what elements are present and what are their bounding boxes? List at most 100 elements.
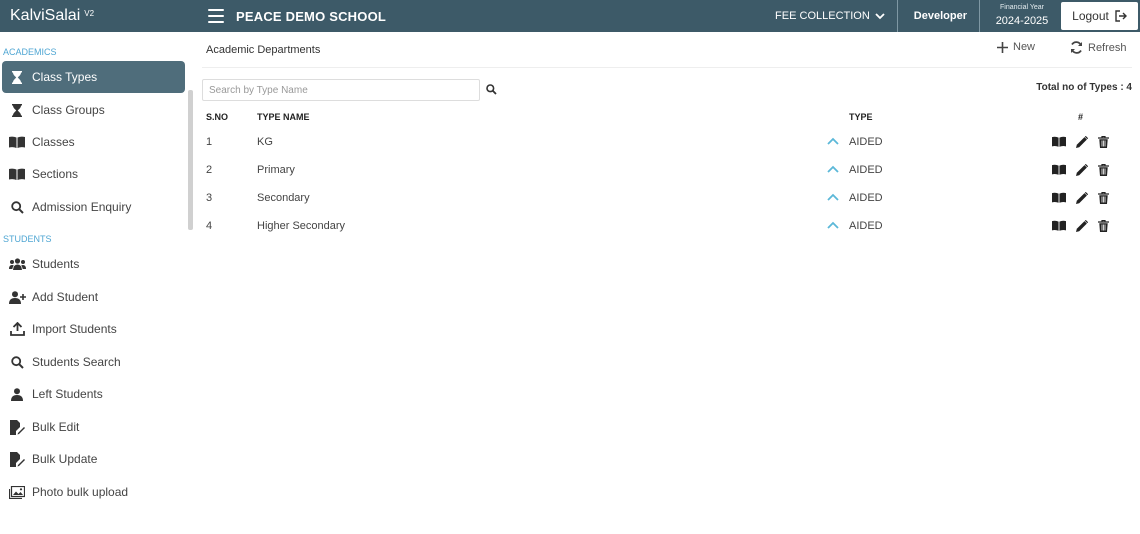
sidebar-item-sections[interactable]: Sections [2, 158, 185, 190]
app-name: KalviSalai [10, 7, 81, 24]
logout-icon [1115, 10, 1127, 22]
edit-icon[interactable] [1076, 220, 1088, 232]
cell-sno: 2 [206, 164, 213, 176]
trash-icon[interactable] [1098, 192, 1109, 204]
new-button[interactable]: New [997, 41, 1035, 53]
cell-actions [1029, 156, 1132, 184]
sidebar-item-bulk-update[interactable]: Bulk Update [2, 443, 185, 475]
section-title-academics: ACADEMICS [3, 47, 57, 57]
cell-sno: 3 [206, 192, 213, 204]
book-icon[interactable] [1052, 164, 1066, 176]
cell-type-name: KG [257, 136, 273, 148]
sidebar-item-students[interactable]: Students [2, 248, 185, 280]
edit-icon[interactable] [1076, 136, 1088, 148]
brand[interactable]: KalviSalai V2 [0, 7, 190, 25]
sidebar-item-label: Left Students [32, 387, 103, 401]
logout-button[interactable]: Logout [1061, 2, 1138, 30]
trash-icon[interactable] [1098, 136, 1109, 148]
upload-icon [8, 321, 26, 337]
table-row[interactable]: 2 Primary AIDED [202, 156, 1132, 184]
cell-type: AIDED [849, 164, 883, 176]
fee-collection-menu[interactable]: FEE COLLECTION [775, 0, 898, 32]
users-icon [8, 256, 26, 272]
book-icon[interactable] [1052, 136, 1066, 148]
column-header-type-name: TYPE NAME [257, 112, 310, 122]
sidebar-item-label: Class Types [32, 70, 98, 84]
user-name[interactable]: Developer [898, 0, 980, 32]
column-header-type: TYPE [849, 112, 873, 122]
file-edit-icon [8, 451, 26, 467]
main-content: Academic Departments New Refresh Total n… [196, 32, 1140, 534]
edit-icon[interactable] [1076, 192, 1088, 204]
refresh-label: Refresh [1088, 41, 1127, 54]
refresh-button[interactable]: Refresh [1070, 41, 1127, 54]
sidebar: ACADEMICS Class Types Class Groups Class… [0, 32, 196, 534]
table-header-row: S.NO TYPE NAME TYPE # [202, 106, 1132, 128]
sidebar-item-label: Add Student [32, 290, 99, 304]
cell-sno: 1 [206, 136, 213, 148]
financial-year-label: Financial Year [1000, 4, 1044, 11]
search-icon [8, 354, 26, 370]
sidebar-item-label: Bulk Update [32, 452, 98, 466]
sidebar-item-class-groups[interactable]: Class Groups [2, 94, 185, 126]
types-table: S.NO TYPE NAME TYPE # 1 KG AIDED 2 Primary AI… [202, 106, 1132, 240]
sidebar-item-import-students[interactable]: Import Students [2, 313, 185, 345]
chevron-up-icon[interactable] [827, 137, 839, 145]
sidebar-item-add-student[interactable]: Add Student [2, 281, 185, 313]
book-icon[interactable] [1052, 192, 1066, 204]
logout-label: Logout [1072, 9, 1109, 23]
table-row[interactable]: 1 KG AIDED [202, 128, 1132, 156]
trash-icon[interactable] [1098, 164, 1109, 176]
total-count: Total no of Types : 4 [1036, 82, 1132, 93]
sidebar-item-classes[interactable]: Classes [2, 126, 185, 158]
hourglass-icon [8, 102, 26, 118]
cell-type: AIDED [849, 136, 883, 148]
column-header-actions: # [1077, 112, 1083, 122]
search-icon[interactable] [486, 84, 497, 98]
search-input[interactable] [202, 79, 480, 101]
financial-year[interactable]: Financial Year 2024-2025 [990, 0, 1054, 32]
sidebar-scrollbar[interactable] [188, 90, 193, 230]
cell-type: AIDED [849, 220, 883, 232]
sidebar-item-class-types[interactable]: Class Types [2, 61, 185, 93]
cell-actions [1029, 184, 1132, 212]
refresh-icon [1071, 41, 1082, 54]
cell-type-name: Secondary [257, 192, 310, 204]
edit-icon[interactable] [1076, 164, 1088, 176]
cell-sno: 4 [206, 220, 213, 232]
book-icon [8, 166, 26, 182]
sidebar-item-admission-enquiry[interactable]: Admission Enquiry [2, 191, 185, 223]
school-name: PEACE DEMO SCHOOL [236, 8, 387, 24]
sidebar-item-bulk-edit[interactable]: Bulk Edit [2, 411, 185, 443]
sidebar-item-label: Admission Enquiry [32, 200, 132, 214]
cell-type: AIDED [849, 192, 883, 204]
file-edit-icon [8, 419, 26, 435]
cell-type-name: Primary [257, 164, 295, 176]
sidebar-item-label: Students Search [32, 355, 121, 369]
sidebar-item-left-students[interactable]: Left Students [2, 378, 185, 410]
chevron-up-icon[interactable] [827, 221, 839, 229]
sidebar-item-label: Bulk Edit [32, 420, 80, 434]
sidebar-item-label: Students [32, 257, 80, 271]
book-icon [8, 134, 26, 150]
image-icon [8, 484, 26, 500]
table-row[interactable]: 3 Secondary AIDED [202, 184, 1132, 212]
divider [202, 67, 1132, 68]
sidebar-item-label: Classes [32, 135, 75, 149]
book-icon[interactable] [1052, 220, 1066, 232]
top-bar: KalviSalai V2 PEACE DEMO SCHOOL FEE COLL… [0, 0, 1140, 32]
sidebar-item-students-search[interactable]: Students Search [2, 346, 185, 378]
trash-icon[interactable] [1098, 220, 1109, 232]
section-title-students: STUDENTS [3, 234, 52, 244]
column-header-sno: S.NO [206, 112, 229, 122]
table-row[interactable]: 4 Higher Secondary AIDED [202, 212, 1132, 240]
sidebar-item-photo-bulk-upload[interactable]: Photo bulk upload [2, 476, 185, 508]
user-plus-icon [8, 289, 26, 305]
hourglass-icon [8, 69, 26, 85]
chevron-up-icon[interactable] [827, 165, 839, 173]
chevron-down-icon [875, 12, 885, 19]
page-title: Academic Departments [206, 44, 321, 56]
menu-toggle-icon[interactable] [208, 9, 224, 23]
cell-type-name: Higher Secondary [257, 220, 346, 232]
chevron-up-icon[interactable] [827, 193, 839, 201]
